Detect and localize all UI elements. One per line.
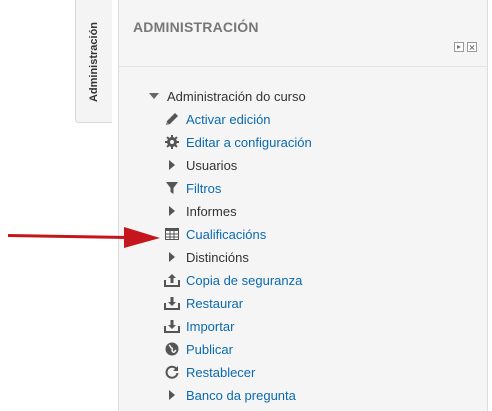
tree-item-label: Importar [186, 318, 235, 334]
tree-item-importar[interactable]: Importar [164, 316, 234, 336]
tree-item-restaurar[interactable]: Restaurar [164, 293, 243, 313]
tree-item-label: Cualificacións [186, 226, 267, 242]
tree-item-label: Distincións [186, 249, 249, 265]
restore-icon [164, 295, 180, 311]
tree-item-informes[interactable]: Informes [164, 201, 237, 221]
tree-item-label: Restaurar [186, 295, 244, 311]
tree-item-label: Editar a configuración [186, 134, 312, 150]
administration-block: ADMINISTRACIÓN Administración do curso A… [118, 0, 488, 411]
expand-arrow-icon [164, 157, 180, 173]
tree-root-label: Administración do curso [167, 88, 306, 104]
tree-item-banco-pregunta[interactable]: Banco da pregunta [164, 385, 296, 405]
pencil-icon [164, 111, 180, 127]
tree-item-usuarios[interactable]: Usuarios [164, 155, 237, 175]
tree-root-course-admin[interactable]: Administración do curso [149, 86, 306, 106]
expand-arrow-icon [164, 387, 180, 403]
tree-item-cualificacions[interactable]: Cualificacións [164, 224, 266, 244]
collapse-arrow-icon [149, 93, 159, 99]
dock-tab-administracion[interactable]: Administración [75, 0, 112, 123]
annotation-arrow [7, 227, 160, 248]
tree-item-activar-edicion[interactable]: Activar edición [164, 109, 271, 129]
dock-tab-label: Administración [88, 21, 100, 103]
tree-item-publicar[interactable]: Publicar [164, 339, 233, 359]
block-actions [454, 42, 477, 52]
tree-item-restablecer[interactable]: Restablecer [164, 362, 255, 382]
tree-item-label: Restablecer [186, 364, 256, 380]
tree-item-label: Informes [186, 203, 237, 219]
reset-icon [164, 364, 180, 380]
import-icon [164, 318, 180, 334]
tree-item-copia-seguranza[interactable]: Copia de seguranza [164, 270, 302, 290]
block-divider [119, 66, 487, 67]
tree-item-label: Banco da pregunta [186, 387, 296, 403]
delete-block-icon[interactable] [467, 42, 477, 52]
block-title: ADMINISTRACIÓN [133, 19, 259, 35]
publish-globe-icon [164, 341, 180, 357]
expand-arrow-icon [164, 249, 180, 265]
block-header: ADMINISTRACIÓN [119, 0, 487, 66]
tree-item-distincions[interactable]: Distincións [164, 247, 249, 267]
tree-item-filtros[interactable]: Filtros [164, 178, 221, 198]
expand-arrow-icon [164, 203, 180, 219]
tree-item-label: Activar edición [186, 111, 271, 127]
tree-item-label: Publicar [186, 341, 233, 357]
tree-item-label: Filtros [186, 180, 222, 196]
grades-table-icon [164, 226, 180, 242]
dock-block-icon[interactable] [454, 42, 464, 52]
tree-item-label: Usuarios [186, 157, 238, 173]
gear-icon [164, 134, 180, 150]
tree-item-label: Copia de seguranza [186, 272, 303, 288]
filter-icon [164, 180, 180, 196]
tree-item-editar-configuracion[interactable]: Editar a configuración [164, 132, 312, 152]
backup-icon [164, 272, 180, 288]
